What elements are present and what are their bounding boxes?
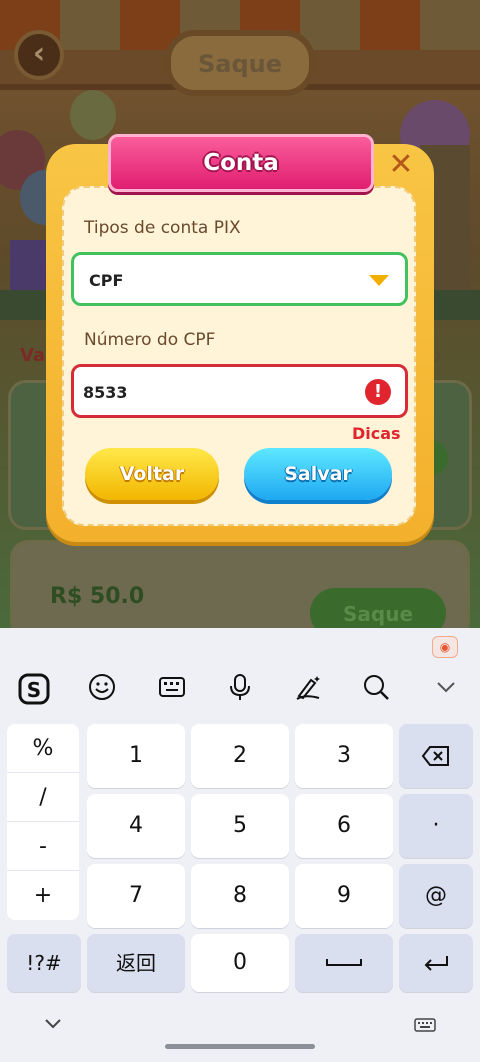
key-3[interactable]: 3: [295, 724, 393, 788]
page-title: Saque: [197, 50, 283, 78]
sogou-logo-icon[interactable]: S: [16, 672, 52, 708]
hide-keyboard-icon[interactable]: [44, 1014, 62, 1035]
emoji-icon[interactable]: [84, 672, 120, 708]
key-5[interactable]: 5: [191, 794, 289, 858]
microphone-icon[interactable]: [222, 672, 258, 708]
account-type-label: Tipos de conta PIX: [84, 218, 241, 238]
chevron-down-icon[interactable]: [428, 672, 464, 708]
dialog-title: Conta: [203, 150, 279, 176]
svg-text:S: S: [27, 678, 41, 702]
save-button[interactable]: Salvar: [244, 448, 392, 500]
close-icon[interactable]: ✕: [384, 148, 418, 182]
enter-key[interactable]: [399, 934, 473, 992]
key-4[interactable]: 4: [87, 794, 185, 858]
space-key[interactable]: [295, 934, 393, 992]
back-key[interactable]: 返回: [87, 934, 185, 992]
key-minus[interactable]: -: [7, 822, 79, 871]
key-at[interactable]: @: [399, 864, 473, 928]
section-label: Va: [20, 345, 46, 366]
sticker-icon[interactable]: ◉: [432, 636, 458, 658]
account-type-value: CPF: [89, 271, 124, 290]
caret-down-icon: [369, 275, 389, 286]
keyboard-icon[interactable]: [154, 672, 190, 708]
key-8[interactable]: 8: [191, 864, 289, 928]
symbol-column: % / - +: [7, 724, 79, 920]
key-2[interactable]: 2: [191, 724, 289, 788]
handwriting-icon[interactable]: [290, 672, 326, 708]
key-plus[interactable]: +: [7, 871, 79, 920]
home-indicator[interactable]: [165, 1044, 315, 1049]
balloon-decoration: [70, 90, 116, 140]
space-icon: [326, 959, 362, 966]
key-0[interactable]: 0: [191, 934, 289, 992]
symbols-key[interactable]: !?#: [7, 934, 81, 992]
key-slash[interactable]: /: [7, 773, 79, 822]
key-percent[interactable]: %: [7, 724, 79, 773]
back-arrow-icon[interactable]: ‹: [14, 30, 64, 80]
search-icon[interactable]: [358, 672, 394, 708]
error-icon: !: [365, 379, 391, 405]
backspace-key[interactable]: [399, 724, 473, 788]
switch-keyboard-icon[interactable]: [414, 1018, 436, 1036]
key-6[interactable]: 6: [295, 794, 393, 858]
withdraw-button[interactable]: Saque: [310, 588, 446, 628]
page-title-plate: Saque: [165, 30, 315, 96]
cpf-input-value: 8533: [83, 383, 128, 402]
cpf-input[interactable]: 8533 !: [71, 364, 408, 418]
back-button[interactable]: Voltar: [85, 448, 219, 500]
cpf-label: Número do CPF: [84, 330, 216, 350]
backspace-icon: [421, 746, 449, 766]
key-7[interactable]: 7: [87, 864, 185, 928]
key-9[interactable]: 9: [295, 864, 393, 928]
key-1[interactable]: 1: [87, 724, 185, 788]
hint-link[interactable]: Dicas: [352, 424, 401, 443]
withdraw-amount: R$ 50.0: [50, 584, 145, 609]
key-dot[interactable]: ·: [399, 794, 473, 858]
dialog-title-ribbon: Conta: [108, 134, 374, 192]
keyboard-toolbar: ◉ S: [0, 628, 480, 722]
gift-box-decoration: [10, 240, 50, 290]
account-type-select[interactable]: CPF: [71, 252, 408, 306]
system-nav-bar: [0, 1000, 480, 1062]
enter-icon: [424, 956, 448, 971]
